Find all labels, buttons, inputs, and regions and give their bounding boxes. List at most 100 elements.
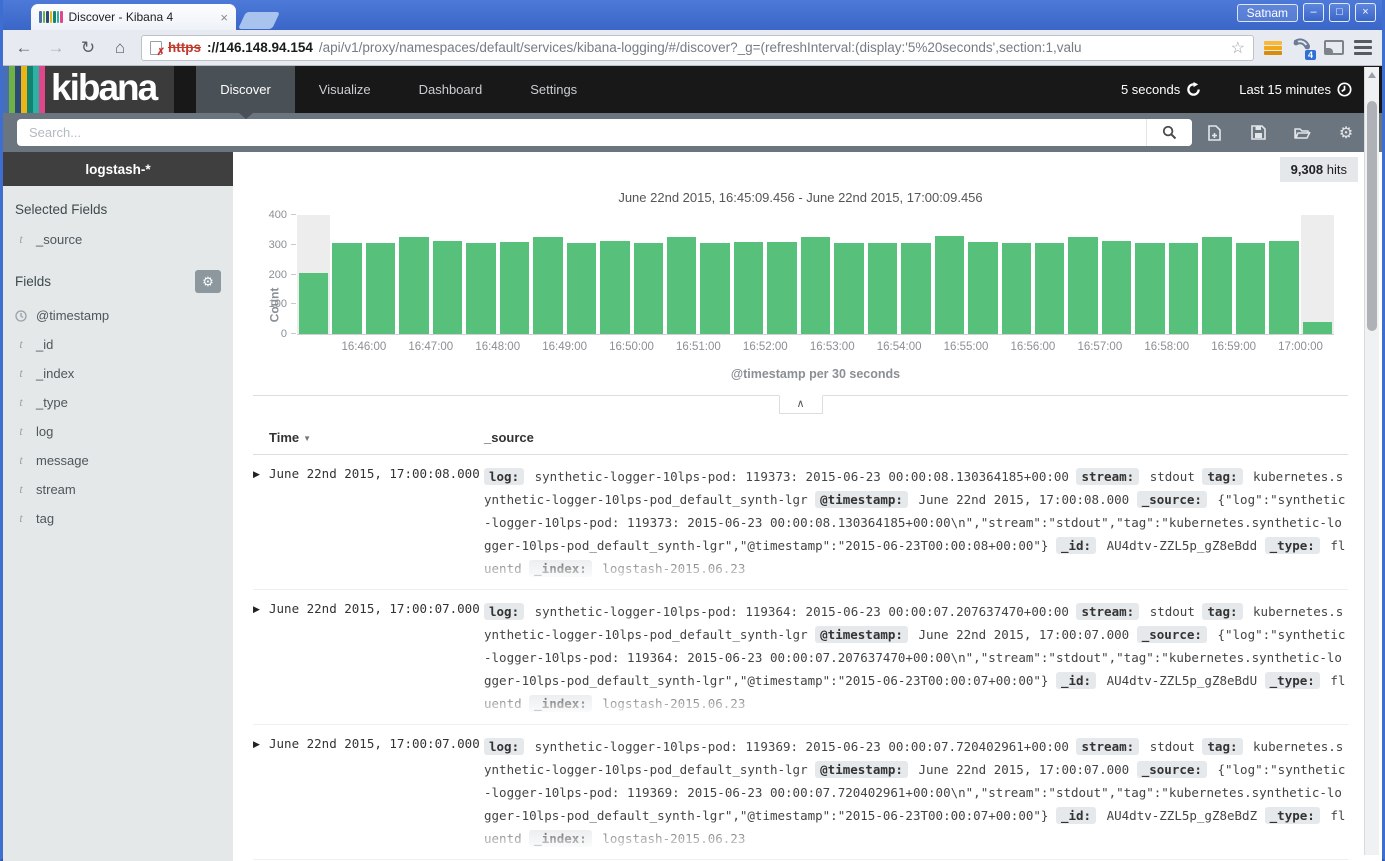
reload-button[interactable]: ↻ (77, 38, 99, 58)
histogram-bar[interactable] (834, 243, 863, 334)
histogram-bar[interactable] (1068, 237, 1097, 334)
histogram-bar-slot (899, 215, 932, 334)
nav-tab-dashboard[interactable]: Dashboard (395, 66, 507, 113)
tab-close-icon[interactable]: × (220, 10, 228, 25)
field-badge: tag: (1202, 603, 1242, 620)
nav-tab-settings[interactable]: Settings (506, 66, 601, 113)
histogram-bar[interactable] (767, 242, 796, 334)
scrollbar-thumb[interactable] (1367, 101, 1377, 331)
histogram-bar-slot (966, 215, 999, 334)
search-input[interactable] (17, 125, 1146, 140)
nav-tab-visualize[interactable]: Visualize (295, 66, 395, 113)
histogram-bar[interactable] (700, 243, 729, 334)
forward-button[interactable]: → (45, 38, 67, 58)
field-item-log[interactable]: tlog (3, 417, 233, 446)
window-maximize-button[interactable]: □ (1329, 3, 1350, 22)
home-button[interactable]: ⌂ (109, 38, 131, 58)
kibana-logo[interactable]: kibana (3, 66, 174, 113)
expand-row-caret[interactable]: ▶ (253, 465, 269, 577)
collapse-chart-button[interactable]: ∧ (779, 395, 823, 414)
field-item-stream[interactable]: tstream (3, 475, 233, 504)
histogram-bar[interactable] (634, 243, 663, 334)
histogram-bar[interactable] (1002, 243, 1031, 334)
save-search-button[interactable] (1236, 123, 1280, 143)
time-column-header[interactable]: Time▼ (269, 430, 484, 445)
open-search-button[interactable] (1280, 123, 1324, 143)
histogram-bar[interactable] (500, 242, 529, 334)
histogram-bar[interactable] (1303, 322, 1332, 334)
new-search-button[interactable] (1192, 123, 1236, 143)
histogram-bar[interactable] (299, 273, 328, 334)
histogram-bar[interactable] (667, 237, 696, 334)
histogram-bar[interactable] (1269, 241, 1298, 334)
field-settings-button[interactable]: ⚙ (195, 270, 221, 293)
window-minimize-button[interactable]: – (1303, 3, 1324, 22)
histogram-bar[interactable] (968, 242, 997, 334)
histogram-bar[interactable] (1202, 237, 1231, 334)
browser-scrollbar[interactable] (1364, 67, 1379, 855)
histogram-bar[interactable] (1035, 243, 1064, 334)
documents-table: Time▼ _source ▶June 22nd 2015, 17:00:08.… (253, 430, 1348, 860)
selected-fields-heading: Selected Fields (3, 186, 233, 225)
field-item-type[interactable]: t_type (3, 388, 233, 417)
histogram-bar[interactable] (868, 243, 897, 334)
field-item-message[interactable]: tmessage (3, 446, 233, 475)
histogram-bar[interactable] (332, 243, 361, 334)
scrollbar-up-arrow-icon[interactable] (1368, 72, 1376, 78)
histogram-bar[interactable] (1135, 243, 1164, 334)
phone-extension-icon[interactable]: 4 (1292, 38, 1314, 58)
histogram-bar[interactable] (1169, 243, 1198, 334)
url-bar[interactable]: https ://146.148.94.154 /api/v1/proxy/na… (141, 35, 1254, 61)
histogram-bar[interactable] (399, 237, 428, 334)
insecure-page-icon[interactable] (150, 41, 162, 55)
browser-titlebar: Discover - Kibana 4 × Satnam – □ × (3, 0, 1382, 30)
field-badge: _id: (1056, 807, 1096, 824)
refresh-interval-control[interactable]: 5 seconds (1121, 82, 1201, 97)
field-item-timestamp[interactable]: @timestamp (3, 301, 233, 330)
settings-gear-button[interactable]: ⚙ (1324, 123, 1368, 143)
new-tab-button[interactable] (238, 12, 280, 29)
cast-extension-icon[interactable] (1324, 40, 1344, 55)
histogram-bar[interactable] (567, 243, 596, 334)
histogram-bar[interactable] (935, 236, 964, 334)
row-source-value: log: synthetic-logger-10lps-pod: 119364:… (484, 600, 1348, 712)
browser-toolbar: ← → ↻ ⌂ https ://146.148.94.154 /api/v1/… (3, 30, 1382, 66)
index-pattern-header[interactable]: logstash-* (3, 152, 233, 186)
field-badge: @timestamp: (815, 491, 908, 508)
x-axis-tick-label: 16:54:00 (877, 341, 922, 353)
histogram-bar[interactable] (533, 237, 562, 334)
field-item-tag[interactable]: ttag (3, 504, 233, 533)
expand-row-caret[interactable]: ▶ (253, 600, 269, 712)
field-item-source[interactable]: t_source (3, 225, 233, 254)
histogram-bar[interactable] (801, 237, 830, 334)
expand-row-caret[interactable]: ▶ (253, 735, 269, 847)
field-item-id[interactable]: t_id (3, 330, 233, 359)
histogram-bar[interactable] (466, 243, 495, 334)
histogram-bar[interactable] (366, 243, 395, 334)
browser-menu-button[interactable] (1354, 40, 1372, 55)
histogram-bar[interactable] (600, 241, 629, 334)
browser-profile-chip[interactable]: Satnam (1237, 4, 1298, 22)
window-close-button[interactable]: × (1355, 3, 1376, 22)
back-button[interactable]: ← (13, 38, 35, 58)
histogram-chart: Count 0100200300400 16:46:0016:47:0016:4… (297, 215, 1334, 381)
time-range-control[interactable]: Last 15 minutes (1239, 82, 1352, 97)
browser-tab[interactable]: Discover - Kibana 4 × (31, 4, 236, 30)
bookmark-star-icon[interactable]: ☆ (1231, 38, 1245, 58)
histogram-bar[interactable] (901, 243, 930, 334)
field-item-index[interactable]: t_index (3, 359, 233, 388)
field-badge: tag: (1202, 738, 1242, 755)
x-axis-tick-label: 16:50:00 (609, 341, 654, 353)
histogram-bar-slot (1100, 215, 1133, 334)
nav-tab-discover[interactable]: Discover (196, 66, 295, 113)
histogram-bar-slot (1267, 215, 1300, 334)
search-submit-button[interactable] (1146, 119, 1192, 146)
logo-stripe (53, 11, 56, 23)
histogram-bar[interactable] (433, 241, 462, 334)
histogram-bar[interactable] (734, 242, 763, 334)
histogram-bar[interactable] (1236, 243, 1265, 334)
notes-extension-icon[interactable] (1264, 41, 1282, 55)
histogram-bar[interactable] (1102, 241, 1131, 334)
row-source-value: log: synthetic-logger-10lps-pod: 119369:… (484, 735, 1348, 847)
chevron-up-icon: ∧ (796, 398, 804, 410)
